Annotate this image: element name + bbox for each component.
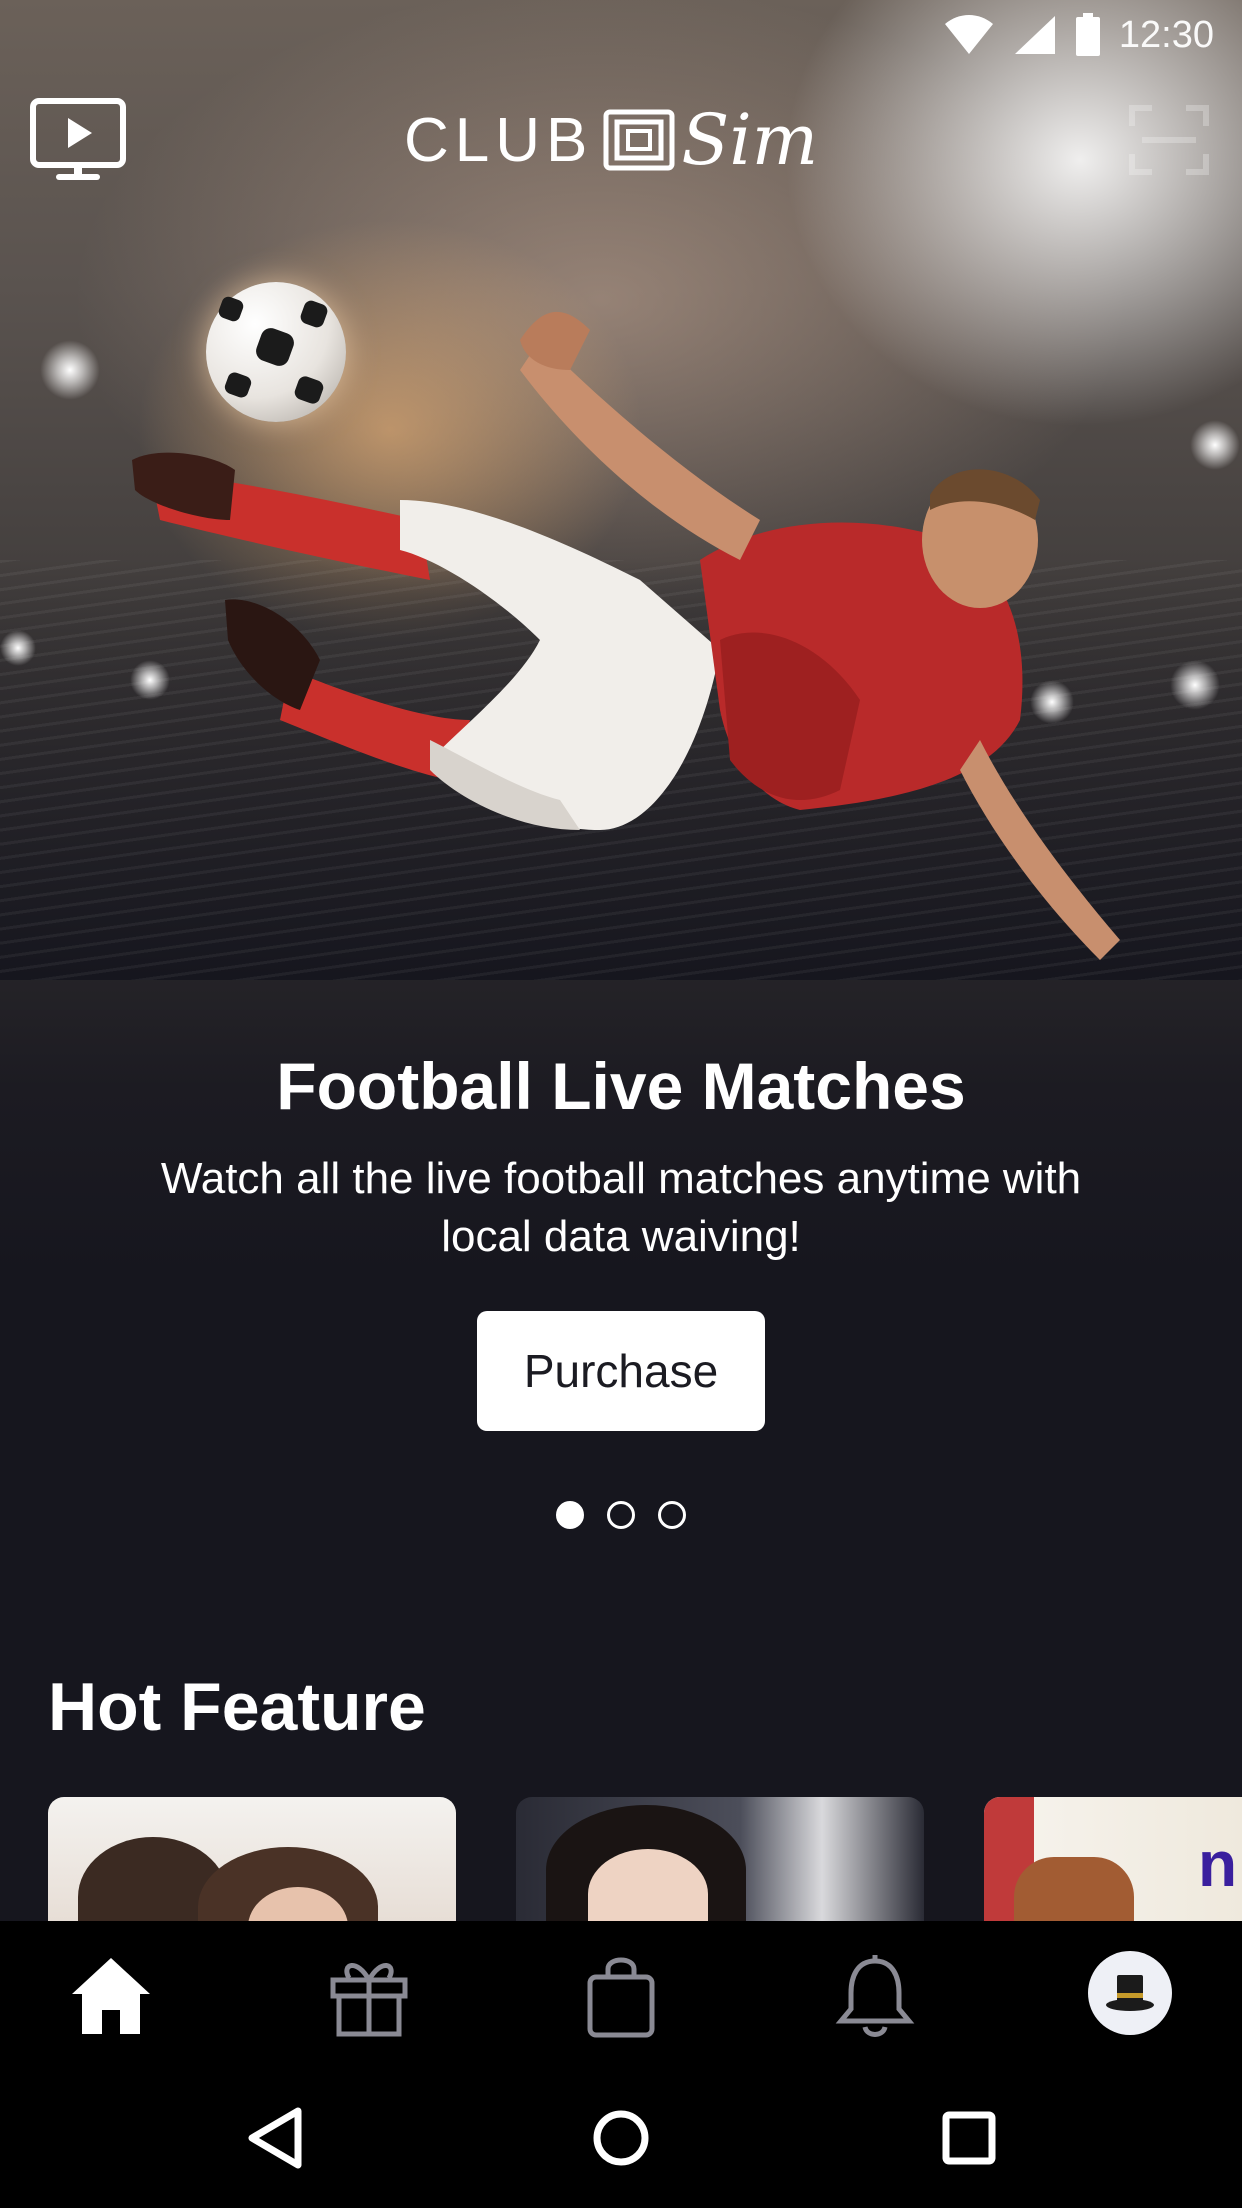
system-back-button[interactable] bbox=[240, 2103, 310, 2173]
wifi-icon bbox=[944, 15, 993, 54]
nav-home[interactable] bbox=[66, 1951, 156, 2041]
carousel-indicator bbox=[556, 1501, 686, 1529]
top-hat-icon bbox=[1106, 1975, 1154, 2011]
home-icon bbox=[72, 1958, 150, 2034]
gift-icon bbox=[330, 1963, 408, 2037]
cellular-signal-icon bbox=[1014, 16, 1055, 54]
carousel-dot-3[interactable] bbox=[658, 1501, 686, 1529]
scan-button[interactable] bbox=[1128, 104, 1210, 176]
nav-profile-avatar[interactable] bbox=[1088, 1951, 1172, 2035]
tv-play-icon bbox=[30, 98, 126, 180]
hero-subtitle: Watch all the live football matches anyt… bbox=[160, 1154, 1082, 1261]
status-time: 12:30 bbox=[1118, 13, 1214, 56]
purchase-button[interactable]: Purchase bbox=[477, 1311, 765, 1431]
scan-icon bbox=[1129, 105, 1209, 175]
back-icon bbox=[248, 2107, 302, 2169]
system-recents-button[interactable] bbox=[934, 2103, 1004, 2173]
feature-card-1[interactable] bbox=[48, 1797, 456, 1921]
logo-club-text: CLUB bbox=[404, 105, 594, 175]
logo-mark-icon bbox=[603, 109, 675, 171]
nav-notifications[interactable] bbox=[830, 1951, 920, 2041]
recents-icon bbox=[942, 2111, 996, 2165]
home-circle-icon bbox=[593, 2110, 649, 2166]
hero-title: Football Live Matches bbox=[276, 1049, 966, 1123]
card-boot-image bbox=[1014, 1857, 1134, 1921]
bottom-navigation bbox=[0, 1921, 1242, 2067]
feature-card-3[interactable]: n bbox=[984, 1797, 1242, 1921]
club-sim-logo: CLUB Sim bbox=[404, 99, 819, 181]
nav-rewards[interactable] bbox=[324, 1951, 414, 2041]
system-home-button[interactable] bbox=[586, 2103, 656, 2173]
carousel-dot-2[interactable] bbox=[607, 1501, 635, 1529]
tv-button[interactable] bbox=[30, 98, 126, 182]
nav-shop[interactable] bbox=[576, 1951, 666, 2041]
battery-icon bbox=[1075, 13, 1100, 56]
logo-sim-text: Sim bbox=[681, 99, 819, 181]
bell-icon bbox=[835, 1955, 915, 2037]
carousel-dot-1[interactable] bbox=[556, 1501, 584, 1529]
status-bar: 12:30 bbox=[943, 0, 1242, 70]
hot-feature-title: Hot Feature bbox=[48, 1669, 426, 1745]
shopping-bag-icon bbox=[587, 1957, 655, 2038]
card-brand-text: n bbox=[1198, 1828, 1238, 1900]
feature-card-2[interactable] bbox=[516, 1797, 924, 1921]
system-navigation-bar bbox=[0, 2067, 1242, 2208]
